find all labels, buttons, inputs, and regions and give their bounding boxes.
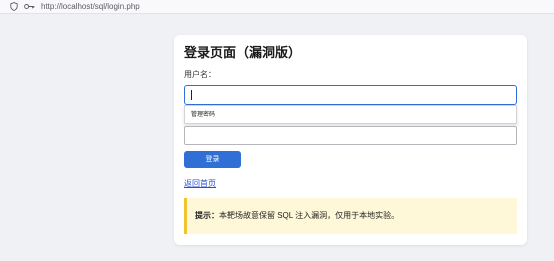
tip-label: 提示： (195, 211, 219, 220)
tip-box: 提示：本靶场故意保留 SQL 注入漏洞，仅用于本地实验。 (184, 198, 517, 234)
browser-address-bar[interactable]: http://localhost/sql/login.php (0, 0, 554, 14)
autocomplete-dropdown: 管理密码 (184, 105, 517, 124)
username-input[interactable] (184, 85, 517, 105)
page-title: 登录页面（漏洞版） (184, 45, 302, 60)
key-icon[interactable] (23, 0, 35, 13)
text-caret (191, 90, 192, 100)
login-button[interactable]: 登录 (184, 151, 241, 168)
shield-icon[interactable] (9, 0, 19, 13)
url-text[interactable]: http://localhost/sql/login.php (41, 0, 140, 13)
password-input[interactable] (184, 126, 517, 145)
back-home-link[interactable]: 返回首页 (184, 179, 216, 189)
autocomplete-item[interactable]: 管理密码 (191, 111, 215, 119)
tip-text: 本靶场故意保留 SQL 注入漏洞，仅用于本地实验。 (219, 211, 400, 220)
username-label: 用户名： (184, 70, 216, 79)
login-card: 登录页面（漏洞版） 用户名： 管理密码 登录 返回首页 提示：本靶场故意保留 S… (174, 35, 527, 245)
